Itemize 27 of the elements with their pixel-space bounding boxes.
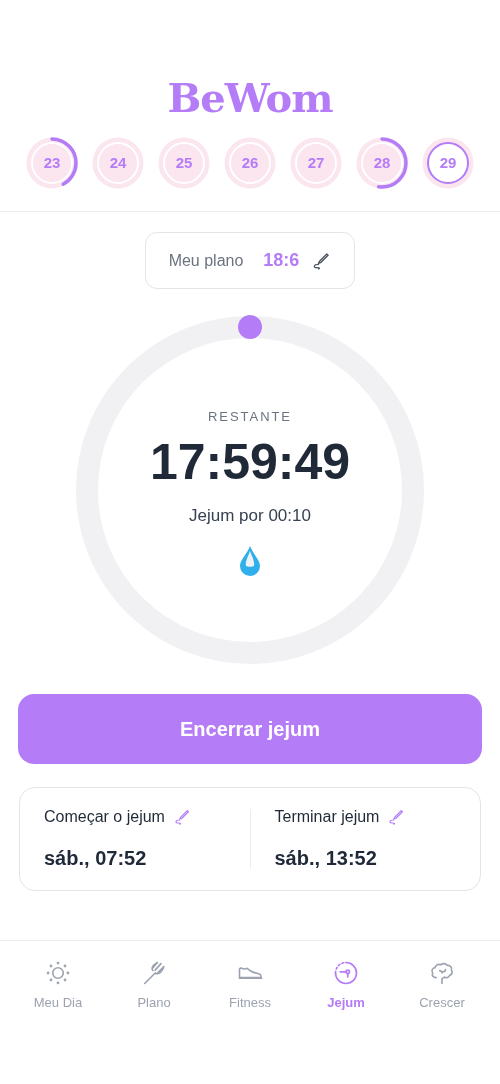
nav-tab[interactable]: Fitness <box>205 959 295 1013</box>
day-button[interactable]: 23 <box>24 135 80 191</box>
day-button[interactable]: 26 <box>222 135 278 191</box>
pencil-icon[interactable] <box>311 250 332 271</box>
progress-handle[interactable] <box>237 314 263 340</box>
day-button[interactable]: 24 <box>90 135 146 191</box>
day-button[interactable]: 27 <box>288 135 344 191</box>
nav-tab[interactable]: Plano <box>109 959 199 1013</box>
water-drop-icon <box>239 544 261 577</box>
schedule-time: sáb., 07:52 <box>44 846 148 871</box>
sun-icon <box>44 959 72 987</box>
schedule-time: sáb., 13:52 <box>274 846 378 871</box>
schedule-label: Começar o jejum <box>44 807 165 827</box>
plan-button[interactable]: Meu plano 18:6 <box>145 232 355 289</box>
nav-tab[interactable]: Crescer <box>397 959 487 1013</box>
elapsed-text: Jejum por 00:10 <box>189 505 311 528</box>
day-button[interactable]: 29 <box>420 135 476 191</box>
timer-icon <box>332 959 360 987</box>
nav-tab[interactable]: Jejum <box>301 959 391 1013</box>
remaining-time: 17:59:49 <box>149 432 351 492</box>
end-fast-button[interactable]: Encerrar jejum <box>18 694 482 764</box>
app-logo: BeWom <box>167 78 333 118</box>
nav-tab[interactable]: Meu Dia <box>13 959 103 1013</box>
remaining-label: RESTANTE <box>208 408 292 427</box>
day-button[interactable]: 28 <box>354 135 410 191</box>
day-button[interactable]: 25 <box>156 135 212 191</box>
schedule-label: Terminar jejum <box>274 807 380 827</box>
